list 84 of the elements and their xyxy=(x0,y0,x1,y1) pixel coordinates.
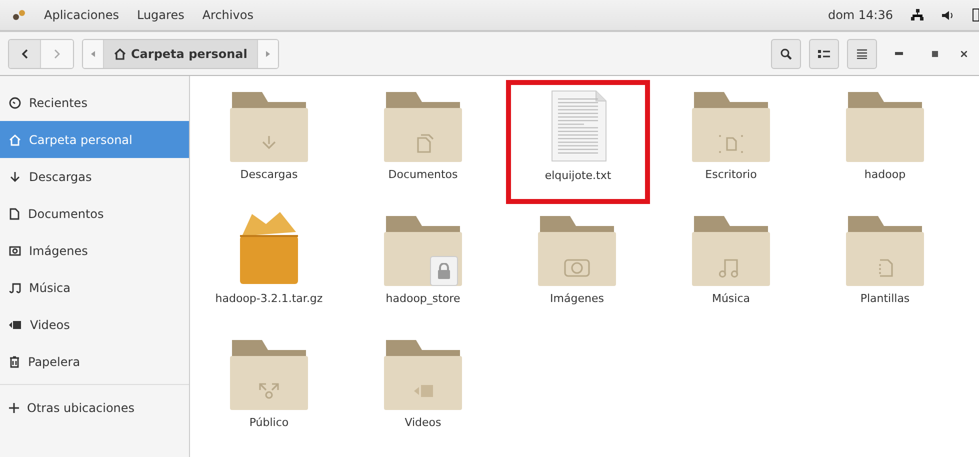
sidebar-item-label: Descargas xyxy=(29,170,92,184)
highlighted-file-item[interactable]: elquijote.txt xyxy=(506,80,650,204)
file-name: Videos xyxy=(404,416,442,429)
folder-icon xyxy=(384,338,462,410)
sidebar-item-label: Carpeta personal xyxy=(29,132,132,146)
folder-icon xyxy=(384,90,462,162)
back-button[interactable] xyxy=(9,40,41,68)
volume-icon[interactable] xyxy=(942,10,954,20)
file-name: hadoop-3.2.1.tar.gz xyxy=(215,292,323,305)
clock-icon xyxy=(9,96,21,108)
menu-button[interactable] xyxy=(847,38,877,68)
camera-icon xyxy=(9,245,21,256)
clock[interactable]: dom 14:36 xyxy=(828,8,893,22)
caret-left-icon xyxy=(91,50,95,56)
search-icon xyxy=(780,48,792,60)
plus-icon xyxy=(9,402,19,412)
file-name: elquijote.txt xyxy=(544,169,612,182)
folder-icon xyxy=(846,90,924,162)
sidebar-item-label: Recientes xyxy=(29,96,88,110)
file-item[interactable]: Imágenes xyxy=(500,204,654,328)
file-item[interactable]: hadoop xyxy=(808,80,962,204)
caret-right-icon xyxy=(266,50,270,56)
file-item[interactable]: Plantillas xyxy=(808,204,962,328)
folder-icon xyxy=(230,90,308,162)
sidebar-item[interactable]: Imágenes xyxy=(0,232,189,269)
sidebar-item-label: Imágenes xyxy=(29,244,88,258)
minimize-icon xyxy=(895,52,903,55)
view-options-button[interactable] xyxy=(809,38,839,68)
sidebar-item[interactable]: Documentos xyxy=(0,195,189,232)
folder-icon xyxy=(692,90,770,162)
file-name: Plantillas xyxy=(860,292,910,305)
lock-icon xyxy=(437,263,451,279)
sidebar-item-label: Papelera xyxy=(28,354,80,368)
top-menu[interactable]: Archivos xyxy=(202,8,254,22)
music-icon xyxy=(9,282,21,294)
close-icon xyxy=(961,50,967,56)
sidebar-item[interactable]: Videos xyxy=(0,306,189,343)
home-icon xyxy=(114,48,126,60)
file-name: hadoop_store xyxy=(386,292,460,305)
file-name: Público xyxy=(249,416,289,429)
menu-icon xyxy=(857,48,867,58)
folder-icon xyxy=(846,214,924,286)
file-name: Documentos xyxy=(388,168,458,181)
file-item[interactable]: Documentos xyxy=(346,80,500,204)
folder-icon xyxy=(230,338,308,410)
file-item[interactable]: Escritorio xyxy=(654,80,808,204)
file-name: Imágenes xyxy=(550,292,604,305)
sidebar-item[interactable]: Música xyxy=(0,269,189,306)
top-menu[interactable]: Lugares xyxy=(136,8,184,22)
download-icon xyxy=(9,170,21,182)
document-icon xyxy=(9,208,20,220)
folder-icon xyxy=(692,214,770,286)
search-button[interactable] xyxy=(771,38,801,68)
file-item[interactable]: hadoop_store xyxy=(346,204,500,328)
folder-icon xyxy=(538,214,616,286)
sidebar-item[interactable]: Descargas xyxy=(0,158,189,195)
path-button[interactable]: Carpeta personal xyxy=(103,40,258,68)
network-icon[interactable] xyxy=(911,9,924,21)
file-name: hadoop xyxy=(864,168,906,181)
sidebar-item[interactable]: Recientes xyxy=(0,84,189,121)
maximize-icon xyxy=(932,50,938,56)
sidebar-item-label: Otras ubicaciones xyxy=(27,400,135,414)
sidebar-item[interactable]: Otras ubicaciones xyxy=(0,389,189,426)
sidebar-item[interactable]: Papelera xyxy=(0,343,189,380)
apps-logo-icon xyxy=(12,9,26,21)
file-name: Descargas xyxy=(240,168,298,181)
file-item[interactable]: Música xyxy=(654,204,808,328)
sidebar-item-label: Videos xyxy=(30,318,70,332)
home-icon xyxy=(9,134,21,146)
chevron-left-icon xyxy=(22,48,28,58)
video-icon xyxy=(9,320,22,330)
file-item[interactable]: Videos xyxy=(346,328,500,452)
battery-icon[interactable] xyxy=(972,8,979,22)
file-item[interactable]: Descargas xyxy=(192,80,346,204)
file-name: Escritorio xyxy=(705,168,757,181)
file-name: Música xyxy=(712,292,750,305)
sidebar-item-label: Música xyxy=(29,280,70,294)
file-item[interactable]: Público xyxy=(192,328,346,452)
top-menu[interactable]: Aplicaciones xyxy=(44,8,119,22)
trash-icon xyxy=(9,356,20,368)
list-icon xyxy=(818,48,830,58)
sidebar-item-label: Documentos xyxy=(28,206,104,220)
chevron-right-icon xyxy=(54,48,60,58)
file-item[interactable]: hadoop-3.2.1.tar.gz xyxy=(192,204,346,328)
